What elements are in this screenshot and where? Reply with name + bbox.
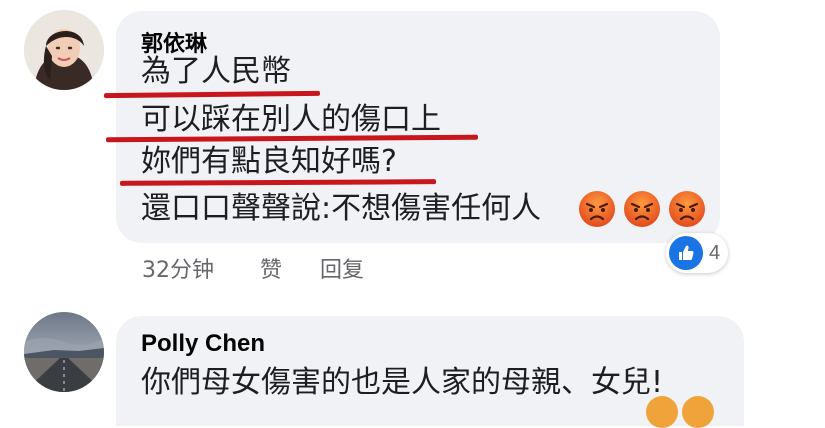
angry-face-icon xyxy=(669,191,705,227)
comment-text-line: 為了人民幣 xyxy=(141,54,291,89)
comment-text-line: 可以踩在別人的傷口上 xyxy=(141,102,441,137)
emoji-face-icon xyxy=(646,396,678,428)
comment-text-line: 你們母女傷害的也是人家的母親、女兒! xyxy=(141,365,664,400)
comment-author[interactable]: Polly Chen xyxy=(141,330,265,358)
comment-text-line: 還口口聲聲說:不想傷害任何人 xyxy=(141,191,542,226)
emoji-face-icon xyxy=(682,396,714,428)
thumbs-up-icon xyxy=(669,236,703,270)
avatar[interactable] xyxy=(24,10,104,90)
like-button[interactable]: 赞 xyxy=(260,252,282,284)
angry-face-icon xyxy=(579,191,615,227)
emoji-group xyxy=(578,190,706,228)
reaction-summary[interactable]: 4 xyxy=(666,233,729,273)
avatar[interactable] xyxy=(24,312,104,392)
reaction-count: 4 xyxy=(709,241,721,264)
angry-face-icon xyxy=(624,191,660,227)
comment-text-line: 妳們有點良知好嗎? xyxy=(141,144,397,179)
comment-timestamp[interactable]: 32分钟 xyxy=(142,252,214,284)
reply-button[interactable]: 回复 xyxy=(320,252,364,284)
emoji-group-partial xyxy=(646,396,714,428)
